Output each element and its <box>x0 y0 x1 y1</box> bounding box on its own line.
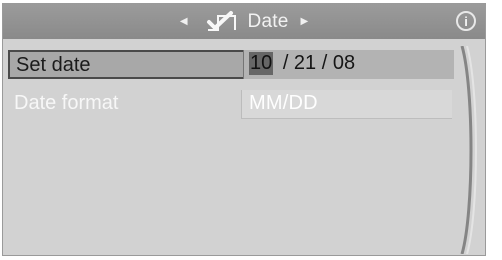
date-settings-screen: ◀ Date ▶ i Set date 10 / 21 / 08 Date fo… <box>2 3 486 256</box>
date-value-box[interactable]: 10 / 21 / 08 <box>243 50 454 79</box>
date-format-value-box[interactable]: MM/DD <box>241 90 452 119</box>
header-bar: ◀ Date ▶ i <box>3 4 485 39</box>
info-glyph: i <box>464 13 468 29</box>
month-field[interactable]: 10 <box>249 52 274 75</box>
menu-item-label: Date format <box>14 92 119 114</box>
right-arrow-icon[interactable]: ▶ <box>300 16 308 27</box>
date-format-value: MM/DD <box>249 92 318 114</box>
side-margin <box>488 0 502 260</box>
page-title: Date <box>247 10 289 32</box>
header-title-area: ◀ Date ▶ <box>3 4 485 39</box>
info-icon[interactable]: i <box>456 11 476 31</box>
menu-item-set-date[interactable]: Set date 10 / 21 / 08 <box>8 50 454 79</box>
checkmark-box-icon <box>200 10 238 34</box>
date-remaining-fields: / 21 / 08 <box>282 52 356 74</box>
menu-item-date-format[interactable]: Date format MM/DD <box>8 90 454 119</box>
left-arrow-icon[interactable]: ◀ <box>180 16 188 27</box>
scroll-track[interactable] <box>459 45 481 255</box>
date-value: 10 / 21 / 08 <box>249 52 355 75</box>
menu-item-label: Set date <box>16 54 91 76</box>
